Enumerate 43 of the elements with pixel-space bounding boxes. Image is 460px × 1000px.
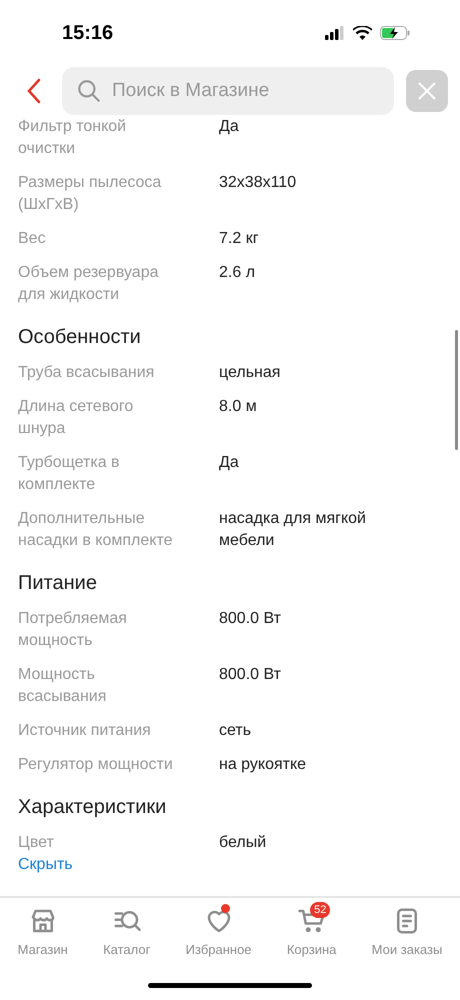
spec-label: Регулятор мощности — [18, 755, 174, 775]
spec-label: Источник питания — [18, 721, 152, 741]
spec-value: Да — [219, 453, 240, 473]
spec-value: Да — [219, 117, 240, 137]
spec-label: Турбощетка в комплекте — [18, 453, 121, 495]
spec-value: 7.2 кг — [219, 229, 260, 249]
chevron-left-icon — [27, 78, 41, 104]
spec-value: на рукоятке — [219, 755, 308, 775]
spec-value: 800.0 Вт — [219, 665, 282, 685]
status-time: 15:16 — [62, 22, 114, 44]
spec-value: 32x38x110 — [219, 173, 298, 193]
wifi-icon — [353, 26, 372, 40]
spec-label: Дополнительные насадки в комплекте — [18, 509, 174, 551]
section-heading: Особенности — [18, 325, 142, 350]
spec-label: Потребляемая мощность — [18, 609, 128, 651]
spec-value: 8.0 м — [219, 397, 258, 417]
spec-value: насадка для мягкой мебели — [219, 509, 367, 551]
spec-label: Фильтр тонкой очистки — [18, 117, 128, 159]
spec-label: Мощность всасывания — [18, 665, 108, 707]
spec-value: белый — [219, 833, 268, 853]
tab-item[interactable]: Каталог — [103, 906, 150, 964]
tab-item[interactable]: Магазин — [18, 906, 68, 964]
search-icon — [76, 78, 102, 104]
spec-label: Труба всасывания — [18, 363, 156, 383]
section-heading: Питание — [18, 571, 98, 596]
spec-label: Вес — [18, 229, 47, 249]
spec-label: Длина сетевого шнура — [18, 397, 134, 439]
spec-value: сеть — [219, 721, 252, 741]
signal-icon — [325, 26, 345, 40]
tab-item[interactable]: Мои заказы — [372, 906, 442, 964]
spec-value: 800.0 Вт — [219, 609, 282, 629]
close-icon — [417, 81, 437, 101]
count-badge: 52 — [310, 902, 330, 918]
spec-label: Объем резервуара для жидкости — [18, 263, 160, 305]
search-field[interactable]: Поиск в Магазине — [62, 67, 394, 115]
spec-value: цельная — [219, 363, 282, 383]
battery-charging-icon — [380, 26, 410, 40]
spec-label: Цвет — [18, 833, 55, 853]
section-heading: Характеристики — [18, 795, 168, 820]
spec-value: 2.6 л — [219, 263, 256, 283]
spec-label: Размеры пылесоса (ШхГхВ) — [18, 173, 162, 215]
hide-link[interactable]: Скрыть — [18, 854, 73, 876]
tab-item[interactable]: Избранное — [186, 906, 252, 964]
